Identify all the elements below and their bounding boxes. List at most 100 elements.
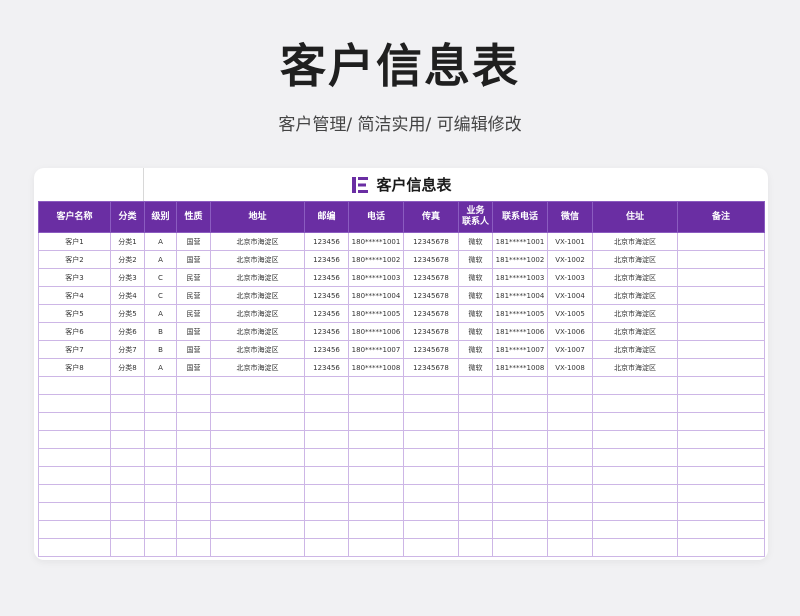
empty-cell[interactable]	[547, 502, 593, 521]
empty-cell[interactable]	[176, 412, 211, 431]
table-cell[interactable]: 分类8	[110, 358, 145, 377]
table-cell[interactable]: 北京市海淀区	[592, 286, 678, 305]
table-cell[interactable]: 分类1	[110, 232, 145, 251]
col-header-address[interactable]: 地址	[210, 201, 305, 233]
empty-cell[interactable]	[492, 466, 548, 485]
col-header-remarks[interactable]: 备注	[677, 201, 765, 233]
table-cell[interactable]: 客户7	[38, 340, 111, 359]
empty-cell[interactable]	[677, 394, 765, 413]
table-cell[interactable]: 12345678	[403, 286, 459, 305]
table-cell[interactable]: 分类5	[110, 304, 145, 323]
empty-cell[interactable]	[458, 520, 493, 539]
empty-cell[interactable]	[110, 376, 145, 395]
empty-cell[interactable]	[38, 430, 111, 449]
empty-cell[interactable]	[176, 520, 211, 539]
table-cell[interactable]: A	[144, 250, 177, 269]
empty-cell[interactable]	[304, 484, 349, 503]
table-cell[interactable]: 180*****1008	[348, 358, 404, 377]
empty-cell[interactable]	[677, 502, 765, 521]
table-cell[interactable]: C	[144, 286, 177, 305]
table-cell[interactable]: 181*****1001	[492, 232, 548, 251]
table-cell[interactable]: 北京市海淀区	[592, 304, 678, 323]
empty-cell[interactable]	[144, 394, 177, 413]
empty-cell[interactable]	[144, 430, 177, 449]
empty-cell[interactable]	[304, 412, 349, 431]
empty-cell[interactable]	[144, 484, 177, 503]
table-cell[interactable]	[677, 250, 765, 269]
empty-cell[interactable]	[348, 466, 404, 485]
table-cell[interactable]: 分类7	[110, 340, 145, 359]
table-cell[interactable]	[677, 268, 765, 287]
table-cell[interactable]: 12345678	[403, 268, 459, 287]
empty-cell[interactable]	[348, 394, 404, 413]
table-cell[interactable]: 微软	[458, 304, 493, 323]
table-cell[interactable]: 微软	[458, 358, 493, 377]
empty-cell[interactable]	[210, 430, 305, 449]
empty-cell[interactable]	[592, 430, 678, 449]
empty-cell[interactable]	[38, 376, 111, 395]
col-header-level[interactable]: 级别	[144, 201, 177, 233]
empty-cell[interactable]	[110, 520, 145, 539]
table-cell[interactable]: 181*****1003	[492, 268, 548, 287]
empty-cell[interactable]	[403, 484, 459, 503]
empty-cell[interactable]	[304, 376, 349, 395]
empty-cell[interactable]	[210, 502, 305, 521]
table-cell[interactable]: 客户2	[38, 250, 111, 269]
table-cell[interactable]: 180*****1001	[348, 232, 404, 251]
empty-cell[interactable]	[144, 520, 177, 539]
empty-cell[interactable]	[592, 394, 678, 413]
empty-cell[interactable]	[403, 412, 459, 431]
empty-cell[interactable]	[38, 466, 111, 485]
table-cell[interactable]: C	[144, 268, 177, 287]
table-cell[interactable]: 北京市海淀区	[592, 232, 678, 251]
empty-cell[interactable]	[592, 412, 678, 431]
table-cell[interactable]	[677, 322, 765, 341]
empty-cell[interactable]	[144, 502, 177, 521]
empty-cell[interactable]	[592, 448, 678, 467]
empty-cell[interactable]	[110, 412, 145, 431]
empty-cell[interactable]	[176, 538, 211, 557]
empty-cell[interactable]	[492, 412, 548, 431]
empty-cell[interactable]	[677, 466, 765, 485]
table-cell[interactable]: 北京市海淀区	[592, 268, 678, 287]
empty-cell[interactable]	[38, 448, 111, 467]
table-cell[interactable]: 微软	[458, 286, 493, 305]
empty-cell[interactable]	[110, 538, 145, 557]
table-cell[interactable]: 国营	[176, 358, 211, 377]
empty-cell[interactable]	[492, 430, 548, 449]
table-cell[interactable]	[677, 340, 765, 359]
table-cell[interactable]: 微软	[458, 340, 493, 359]
empty-cell[interactable]	[210, 520, 305, 539]
table-cell[interactable]: 北京市海淀区	[210, 286, 305, 305]
table-cell[interactable]	[677, 304, 765, 323]
empty-cell[interactable]	[176, 466, 211, 485]
table-cell[interactable]: 123456	[304, 358, 349, 377]
empty-cell[interactable]	[304, 520, 349, 539]
table-cell[interactable]: 客户1	[38, 232, 111, 251]
table-cell[interactable]: 181*****1005	[492, 304, 548, 323]
empty-cell[interactable]	[304, 394, 349, 413]
table-cell[interactable]: 123456	[304, 322, 349, 341]
empty-cell[interactable]	[547, 520, 593, 539]
table-cell[interactable]: 北京市海淀区	[592, 250, 678, 269]
table-cell[interactable]: 北京市海淀区	[592, 358, 678, 377]
empty-cell[interactable]	[144, 376, 177, 395]
table-cell[interactable]: 微软	[458, 232, 493, 251]
empty-cell[interactable]	[176, 448, 211, 467]
empty-cell[interactable]	[110, 430, 145, 449]
table-cell[interactable]: 123456	[304, 304, 349, 323]
empty-cell[interactable]	[348, 376, 404, 395]
empty-cell[interactable]	[547, 412, 593, 431]
empty-cell[interactable]	[403, 394, 459, 413]
empty-cell[interactable]	[492, 538, 548, 557]
table-cell[interactable]: 北京市海淀区	[210, 358, 305, 377]
empty-cell[interactable]	[458, 484, 493, 503]
table-cell[interactable]: 北京市海淀区	[592, 322, 678, 341]
table-cell[interactable]: B	[144, 340, 177, 359]
empty-cell[interactable]	[547, 376, 593, 395]
empty-cell[interactable]	[458, 394, 493, 413]
empty-cell[interactable]	[348, 520, 404, 539]
empty-cell[interactable]	[492, 520, 548, 539]
empty-cell[interactable]	[348, 484, 404, 503]
table-cell[interactable]: 12345678	[403, 250, 459, 269]
